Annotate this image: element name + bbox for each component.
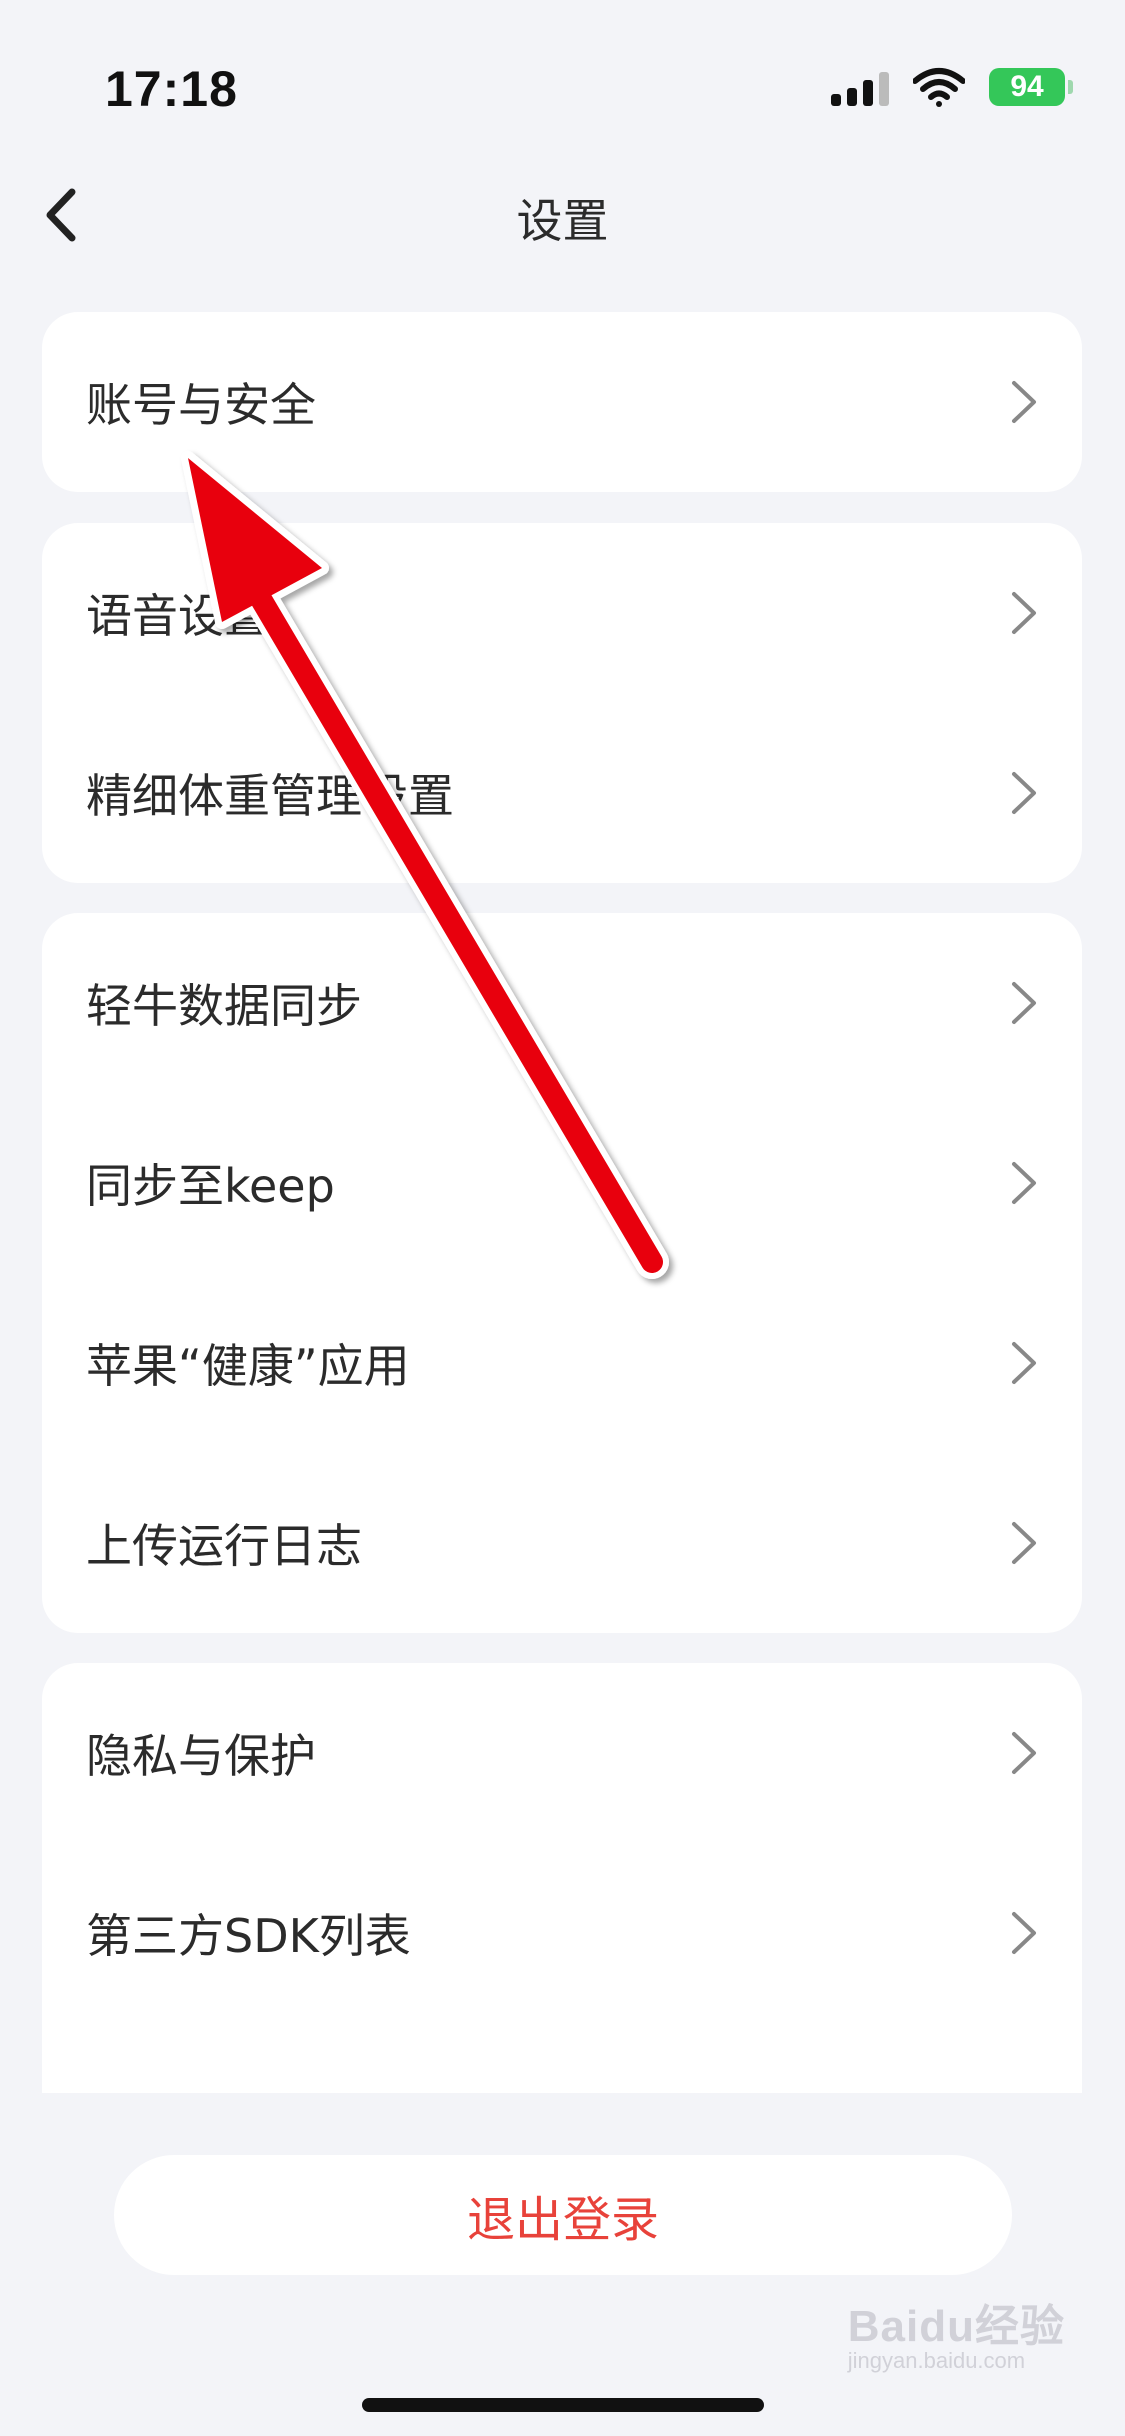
settings-card-voice: 语音设置 精细体重管理设置 [42,523,1082,883]
chevron-right-icon [1012,1342,1036,1384]
settings-item-label: 第三方SDK列表 [86,1909,411,1963]
settings-item-account-security[interactable]: 账号与安全 [42,312,1082,492]
settings-item-sync-keep[interactable]: 同步至keep [42,1093,1082,1273]
battery-icon: 94 [989,68,1073,106]
settings-item-apple-health[interactable]: 苹果“健康”应用 [42,1273,1082,1453]
settings-item-privacy[interactable]: 隐私与保护 [42,1663,1082,1843]
settings-item-label: 同步至keep [86,1159,335,1213]
chevron-right-icon [1012,982,1036,1024]
page-title: 设置 [516,194,609,248]
watermark-url: jingyan.baidu.com [847,2348,1026,2373]
watermark-brand: Baidu经验 [847,2302,1065,2351]
settings-item-qingniu-sync[interactable]: 轻牛数据同步 [42,913,1082,1093]
settings-card-sync: 轻牛数据同步 同步至keep 苹果“健康”应用 上传运行日志 [42,913,1082,1633]
chevron-right-icon [1012,772,1036,814]
status-time: 17:18 [105,61,238,117]
status-icons: 94 [831,62,1073,112]
chevron-right-icon [1012,1162,1036,1204]
chevron-right-icon [1012,1522,1036,1564]
settings-item-voice[interactable]: 语音设置 [42,523,1082,703]
chevron-right-icon [1012,1732,1036,1774]
home-indicator [362,2398,764,2412]
settings-item-label: 账号与安全 [86,378,316,432]
signal-icon [831,68,889,106]
baidu-watermark: Baidu经验 jingyan.baidu.com [848,2290,1065,2374]
settings-item-upload-log[interactable]: 上传运行日志 [42,1453,1082,1633]
chevron-right-icon [1012,1912,1036,1954]
settings-card-account: 账号与安全 [42,312,1082,492]
settings-item-label: 轻牛数据同步 [86,979,362,1033]
settings-item-label: 上传运行日志 [86,1519,362,1573]
settings-item-label: 隐私与保护 [86,1729,316,1783]
settings-item-third-party-sdk[interactable]: 第三方SDK列表 [42,1843,1082,2023]
settings-item-label: 苹果“健康”应用 [86,1339,410,1393]
battery-level: 94 [1010,70,1044,103]
chevron-right-icon [1012,592,1036,634]
logout-button[interactable]: 退出登录 [114,2155,1012,2275]
settings-item-label: 精细体重管理设置 [86,769,454,823]
wifi-icon [913,68,965,107]
settings-card-privacy: 隐私与保护 第三方SDK列表 [42,1663,1082,2093]
settings-item-label: 语音设置 [86,589,270,643]
settings-item-weight-management[interactable]: 精细体重管理设置 [42,703,1082,883]
chevron-right-icon [1012,381,1036,423]
